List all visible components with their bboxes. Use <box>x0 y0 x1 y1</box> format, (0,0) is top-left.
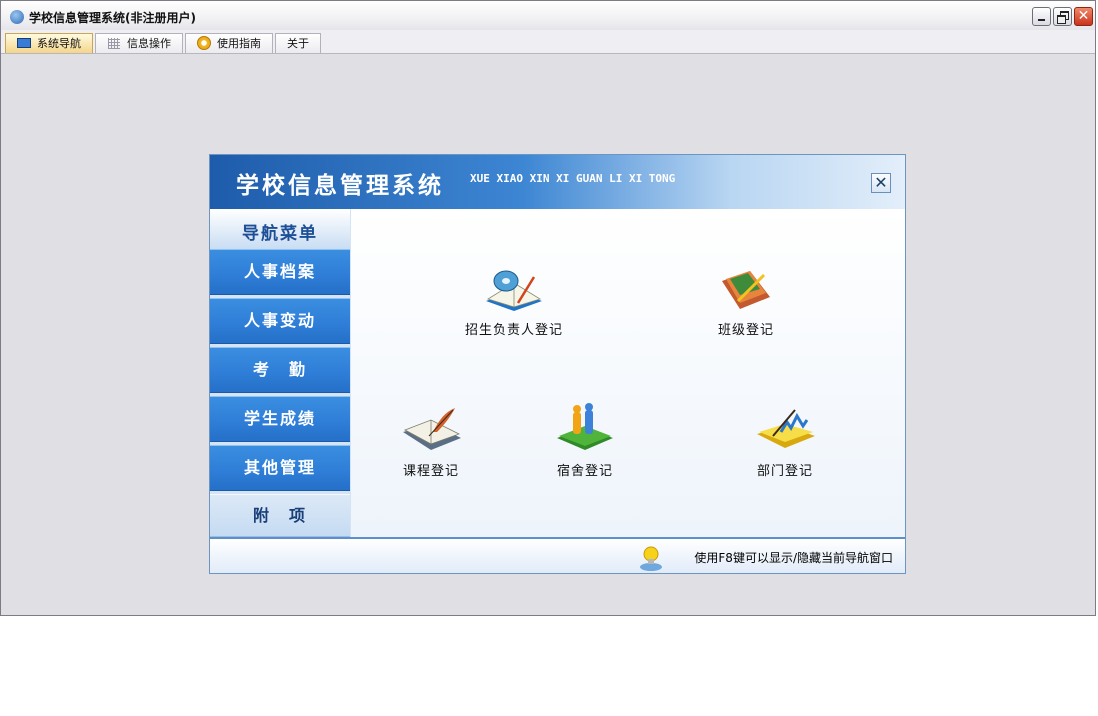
panel-close-button[interactable]: ✕ <box>871 173 891 193</box>
function-label: 宿舍登记 <box>556 464 613 479</box>
tab-info-ops[interactable]: 信息操作 <box>95 33 183 53</box>
function-label: 班级登记 <box>717 323 774 338</box>
tab-user-guide[interactable]: 使用指南 <box>185 33 273 53</box>
function-admissions-registration[interactable]: 招生负责人登记 <box>444 261 584 351</box>
tab-label: 信息操作 <box>127 37 171 50</box>
main-window: 学校信息管理系统(非注册用户) ✕ 系统导航 信息操作 使用指南 关于 学校信息… <box>0 0 1096 616</box>
function-label: 招生负责人登记 <box>464 323 563 338</box>
help-icon <box>197 36 211 50</box>
function-dorm-registration[interactable]: 宿舍登记 <box>515 402 655 492</box>
function-course-registration[interactable]: 课程登记 <box>361 402 501 492</box>
title-bar[interactable]: 学校信息管理系统(非注册用户) ✕ <box>1 1 1095 31</box>
nav-heading: 导航菜单 <box>210 209 350 250</box>
tab-label: 使用指南 <box>217 37 261 50</box>
close-icon: ✕ <box>1077 8 1090 24</box>
nav-item-appendix[interactable]: 附 项 <box>210 494 350 537</box>
function-department-registration[interactable]: 部门登记 <box>715 402 855 492</box>
function-area: 招生负责人登记 班级登记 课程登记 宿舍登记 部门登记 <box>351 209 905 537</box>
status-bar: 使用F8键可以显示/隐藏当前导航窗口 <box>210 537 905 573</box>
people-book-icon <box>557 403 613 450</box>
book-cd-icon <box>486 270 542 311</box>
nav-item-personnel-changes[interactable]: 人事变动 <box>210 298 350 344</box>
app-icon <box>10 10 24 24</box>
function-class-registration[interactable]: 班级登记 <box>676 261 816 351</box>
close-window-button[interactable]: ✕ <box>1074 7 1093 26</box>
nav-item-personnel-archive[interactable]: 人事档案 <box>210 249 350 295</box>
panel-header: 学校信息管理系统 XUE XIAO XIN XI GUAN LI XI TONG… <box>210 155 905 211</box>
window-title: 学校信息管理系统(非注册用户) <box>29 11 196 25</box>
tab-system-nav[interactable]: 系统导航 <box>5 33 93 53</box>
tab-about[interactable]: 关于 <box>275 33 321 53</box>
open-book-quill-icon <box>403 408 461 450</box>
nav-heading-text: 导航菜单 <box>242 224 318 244</box>
grid-icon <box>108 38 120 49</box>
status-hint: 使用F8键可以显示/隐藏当前导航窗口 <box>694 551 893 565</box>
minimize-button[interactable] <box>1032 7 1051 26</box>
function-label: 部门登记 <box>756 464 813 479</box>
window-controls: ✕ <box>1032 7 1093 26</box>
chart-pen-icon <box>757 409 815 448</box>
panel-title: 学校信息管理系统 <box>236 173 444 199</box>
nav-item-attendance[interactable]: 考 勤 <box>210 347 350 393</box>
tab-bar: 系统导航 信息操作 使用指南 关于 <box>1 30 1095 54</box>
nav-menu: 导航菜单 人事档案 人事变动 考 勤 学生成绩 其他管理 附 项 <box>210 209 352 537</box>
tab-label: 关于 <box>287 37 309 50</box>
lightbulb-icon <box>640 546 662 571</box>
nav-item-student-grades[interactable]: 学生成绩 <box>210 396 350 442</box>
notebook-pen-icon <box>722 271 770 309</box>
minimize-icon <box>1038 19 1045 21</box>
nav-item-other-management[interactable]: 其他管理 <box>210 445 350 491</box>
tab-label: 系统导航 <box>37 37 81 50</box>
panel-pinyin: XUE XIAO XIN XI GUAN LI XI TONG <box>470 172 676 185</box>
restore-button[interactable] <box>1053 7 1072 26</box>
navigation-panel: 学校信息管理系统 XUE XIAO XIN XI GUAN LI XI TONG… <box>209 154 906 574</box>
monitor-icon <box>17 38 31 48</box>
function-label: 课程登记 <box>402 464 459 479</box>
